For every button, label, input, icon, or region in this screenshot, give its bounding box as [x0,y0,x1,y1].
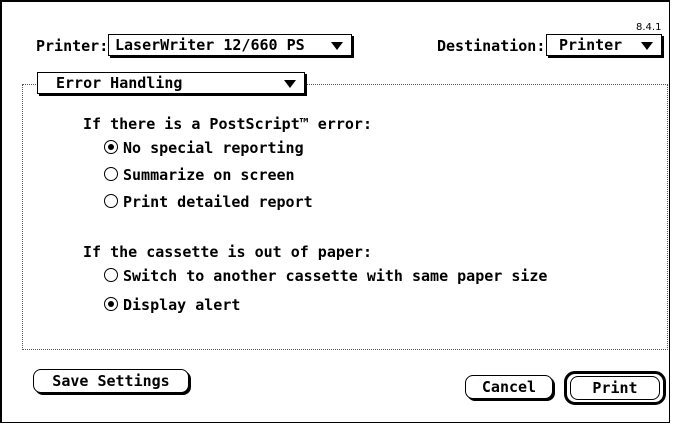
printer-popup-value: LaserWriter 12/660 PS [115,36,305,54]
save-settings-button[interactable]: Save Settings [33,369,189,393]
radio-label[interactable]: Summarize on screen [123,166,295,184]
cassette-heading: If the cassette is out of paper: [83,243,372,261]
chevron-down-icon [641,42,653,50]
destination-popup-value: Printer [559,36,623,54]
radio-label[interactable]: Switch to another cassette with same pap… [123,267,547,285]
version-label: 8.4.1 [636,22,662,33]
printer-label: Printer: [36,37,109,55]
postscript-error-heading: If there is a PostScript™ error: [83,115,372,133]
radio-label[interactable]: Display alert [123,296,240,314]
destination-popup[interactable]: Printer [546,34,662,56]
chevron-down-icon [284,80,296,88]
radio-switch-cassette[interactable] [104,268,118,282]
radio-label[interactable]: No special reporting [123,139,304,157]
printer-popup[interactable]: LaserWriter 12/660 PS [108,34,352,56]
section-popup[interactable]: Error Handling [37,72,305,94]
section-popup-value: Error Handling [56,74,183,92]
print-button[interactable]: Print [570,376,660,400]
radio-no-special-reporting[interactable] [104,140,118,154]
radio-label[interactable]: Print detailed report [123,193,313,211]
destination-label: Destination: [437,37,546,55]
cancel-button[interactable]: Cancel [465,375,553,399]
chevron-down-icon [331,42,343,50]
radio-display-alert[interactable] [104,297,118,311]
radio-print-detailed-report[interactable] [104,194,118,208]
radio-summarize-on-screen[interactable] [104,167,118,181]
